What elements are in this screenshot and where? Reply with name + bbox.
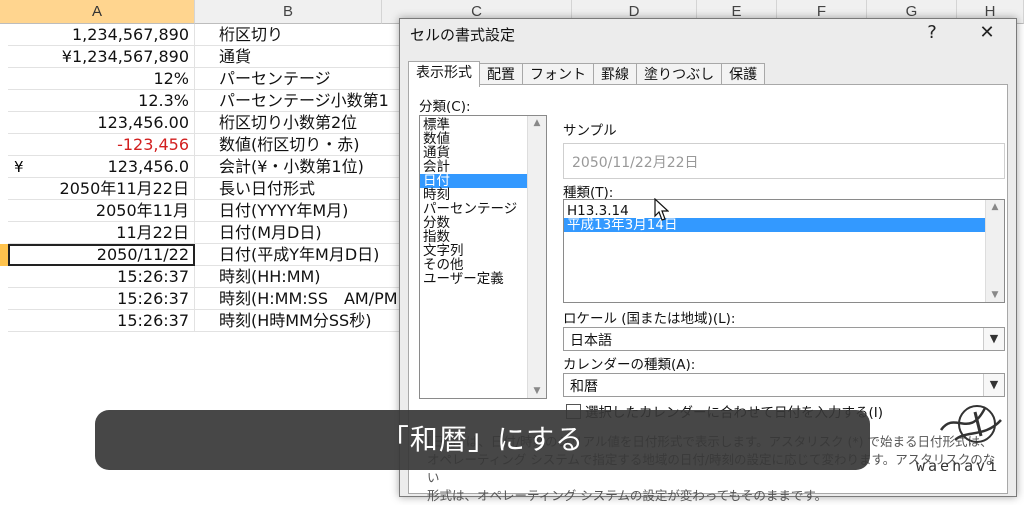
cell-a[interactable]: 123,456.0 — [8, 156, 195, 178]
table-row: 2050/11/22 日付(平成Y年M月D日) — [0, 244, 405, 266]
cell-a[interactable]: 2050年11月 — [8, 200, 195, 222]
scroll-down-icon[interactable]: ▼ — [986, 290, 1004, 300]
cell-a[interactable]: ¥1,234,567,890 — [8, 46, 195, 68]
cell-a[interactable]: 15:26:37 — [8, 288, 195, 310]
table-row: 15:26:37 時刻(H:MM:SS AM/PM — [0, 288, 405, 310]
cell-a[interactable]: 1,234,567,890 — [8, 24, 195, 46]
tab-fill[interactable]: 塗りつぶし — [636, 63, 723, 86]
tab-alignment[interactable]: 配置 — [479, 63, 523, 86]
cell-a[interactable]: 15:26:37 — [8, 310, 195, 332]
table-row: -123,456 数値(桁区切り・赤) — [0, 134, 405, 156]
cell-b[interactable]: 会計(¥・小数第1位) — [195, 156, 405, 178]
type-item[interactable]: H13.3.14 — [564, 204, 986, 218]
table-row: 12% パーセンテージ — [0, 68, 405, 90]
cell-b[interactable]: 日付(YYYY年M月) — [195, 200, 405, 222]
sample-box: 2050/11/22月22日 — [563, 143, 1005, 179]
scroll-up-icon[interactable]: ▲ — [528, 118, 546, 128]
active-cell[interactable]: 2050/11/22 — [8, 244, 195, 266]
cell-a[interactable]: -123,456 — [8, 134, 195, 156]
cell-b[interactable]: パーセンテージ — [195, 68, 405, 90]
cell-b[interactable]: 桁区切り — [195, 24, 405, 46]
type-label: 種類(T): — [563, 185, 614, 201]
cell-b[interactable]: 日付(M月D日) — [195, 222, 405, 244]
table-row: 15:26:37 時刻(H時MM分SS秒) — [0, 310, 405, 332]
cell-a[interactable]: 15:26:37 — [8, 266, 195, 288]
cell-a[interactable]: 123,456.00 — [8, 112, 195, 134]
cell-b[interactable]: 日付(平成Y年M月D日) — [195, 244, 405, 266]
table-row: 123,456.00 桁区切り小数第2位 — [0, 112, 405, 134]
table-row: 12.3% パーセンテージ小数第1 — [0, 90, 405, 112]
cell-b[interactable]: 桁区切り小数第2位 — [195, 112, 405, 134]
cell-b[interactable]: 数値(桁区切り・赤) — [195, 134, 405, 156]
sample-label: サンプル — [563, 123, 617, 139]
calendar-value: 和暦 — [570, 379, 598, 395]
table-row: ¥1,234,567,890 通貨 — [0, 46, 405, 68]
tab-number-format[interactable]: 表示形式 — [408, 61, 480, 87]
tab-protection[interactable]: 保護 — [721, 63, 766, 86]
table-row: 2050年11月22日 長い日付形式 — [0, 178, 405, 200]
cell-a[interactable]: 12% — [8, 68, 195, 90]
type-list[interactable]: H13.3.14 平成13年3月14日 ▲ ▼ — [563, 199, 1005, 303]
waenavi-logo-icon — [939, 405, 1002, 443]
calendar-label: カレンダーの種類(A): — [563, 357, 696, 373]
mouse-cursor-icon — [654, 198, 669, 221]
logo-text: waenavi — [916, 457, 1001, 475]
sample-value: 2050/11/22月22日 — [572, 155, 699, 171]
cell-b[interactable]: 時刻(H時MM分SS秒) — [195, 310, 405, 332]
dialog-title: セルの書式設定 — [410, 26, 516, 44]
scroll-up-icon[interactable]: ▲ — [986, 202, 1004, 212]
type-scrollbar[interactable]: ▲ ▼ — [985, 200, 1004, 302]
column-header-b[interactable]: B — [195, 0, 382, 24]
locale-value: 日本語 — [570, 333, 612, 349]
cell-a[interactable]: 2050年11月22日 — [8, 178, 195, 200]
cell-a[interactable]: 12.3% — [8, 90, 195, 112]
cell-b[interactable]: 長い日付形式 — [195, 178, 405, 200]
video-caption: 「和暦」にする — [95, 410, 870, 470]
category-scrollbar[interactable]: ▲ ▼ — [527, 116, 546, 398]
active-row-indicator — [0, 244, 8, 266]
table-row: 15:26:37 時刻(HH:MM) — [0, 266, 405, 288]
chevron-down-icon[interactable]: ▼ — [983, 328, 1004, 350]
help-button[interactable]: ? — [920, 22, 944, 43]
description-line: 形式は、オペレーティング システムの設定が変わってもそのままです。 — [427, 488, 828, 503]
cell-b[interactable]: 通貨 — [195, 46, 405, 68]
table-row: 11月22日 日付(M月D日) — [0, 222, 405, 244]
table-row: 1,234,567,890 桁区切り — [0, 24, 405, 46]
tab-font[interactable]: フォント — [522, 63, 594, 86]
column-header-a[interactable]: A — [0, 0, 195, 24]
cell-a[interactable]: 11月22日 — [8, 222, 195, 244]
calendar-select[interactable]: 和暦 ▼ — [563, 373, 1005, 397]
locale-label: ロケール (国または地域)(L): — [563, 311, 736, 327]
category-label: 分類(C): — [419, 99, 471, 115]
tab-border[interactable]: 罫線 — [593, 63, 637, 86]
cell-b[interactable]: 時刻(H:MM:SS AM/PM — [195, 288, 405, 310]
chevron-down-icon[interactable]: ▼ — [983, 374, 1004, 396]
dialog-tabs: 表示形式 配置 フォント 罫線 塗りつぶし 保護 — [408, 61, 766, 87]
close-button[interactable]: ✕ — [975, 22, 999, 43]
cell-b[interactable]: パーセンテージ小数第1 — [195, 90, 405, 112]
table-row: 2050年11月 日付(YYYY年M月) — [0, 200, 405, 222]
cell-b[interactable]: 時刻(HH:MM) — [195, 266, 405, 288]
locale-select[interactable]: 日本語 ▼ — [563, 327, 1005, 351]
scroll-down-icon[interactable]: ▼ — [528, 386, 546, 396]
category-list[interactable]: 標準 数値 通貨 会計 日付 時刻 パーセンテージ 分数 指数 文字列 その他 ユーザー定義 ▲ ▼ — [419, 115, 547, 399]
table-row: ¥123,456.0 会計(¥・小数第1位) — [0, 156, 405, 178]
type-item[interactable]: 平成13年3月14日 — [564, 218, 986, 232]
